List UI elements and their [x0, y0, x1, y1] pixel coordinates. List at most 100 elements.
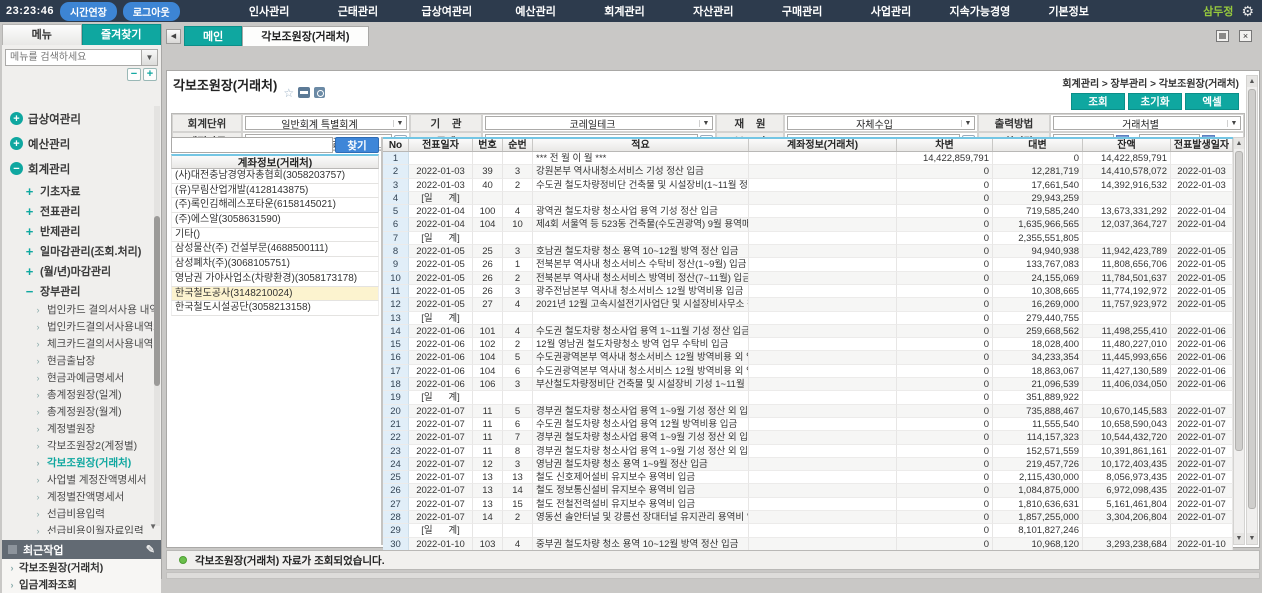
table-row[interactable]: 13[일 계]0279,440,755 — [383, 312, 1233, 325]
gear-icon[interactable]: ⚙ — [1241, 3, 1254, 20]
sidebar-item[interactable]: −장부관리 — [2, 281, 161, 301]
expand-icon[interactable]: + — [24, 226, 35, 237]
reset-button[interactable]: 초기화 — [1128, 93, 1182, 110]
table-row[interactable]: 242022-01-07123영남권 철도차량 청소 용역 1~9월 정산 입금… — [383, 458, 1233, 471]
table-row[interactable]: 32022-01-03402수도권 철도차량정비단 건축물 및 시설장비(1~1… — [383, 179, 1233, 192]
top-menu-item[interactable]: 인사관리 — [225, 3, 314, 19]
table-row[interactable]: 112022-01-05263광주전남본부 역사내 청소서비스 12월 방역비용… — [383, 285, 1233, 298]
top-menu-item[interactable]: 급상여관리 — [402, 3, 491, 19]
table-row[interactable]: 222022-01-07117경부권 철도차량 청소사업 용역 1~9월 기성 … — [383, 431, 1233, 444]
sidebar-item[interactable]: ›선급비용입력 — [2, 505, 161, 522]
sidebar-item[interactable]: ›선급비용이월자료입력 — [2, 522, 161, 534]
scroll-down-icon[interactable]: ▼ — [1247, 533, 1257, 544]
table-row[interactable]: 19[일 계]0351,889,922 — [383, 391, 1233, 404]
recent-task-item[interactable]: ›각보조원장(거래처) — [2, 559, 161, 576]
table-row[interactable]: 152022-01-06102212월 영남권 철도차량청소 방역 업무 수탁비… — [383, 338, 1233, 351]
tree-collapse-all-button[interactable]: − — [127, 68, 141, 81]
page-scrollbar[interactable]: ▲ ▼ — [1246, 75, 1258, 545]
sidebar-item[interactable]: +반제관리 — [2, 221, 161, 241]
favorite-star-icon[interactable]: ☆ — [283, 86, 294, 100]
sidebar-item[interactable]: ›계정별원장 — [2, 420, 161, 437]
tab-current-document[interactable]: 각보조원장(거래처) — [242, 26, 368, 46]
expand-icon[interactable]: + — [24, 186, 35, 197]
column-header[interactable]: 계좌정보(거래처) — [749, 139, 897, 151]
vendor-list-item[interactable]: (사)대전충남경영자총협회(3058203757) — [171, 169, 379, 184]
expand-icon[interactable]: + — [10, 112, 23, 125]
table-row[interactable]: 212022-01-07116수도권 철도차량 청소사업 용역 12월 방역비용… — [383, 418, 1233, 431]
column-header[interactable]: 번호 — [473, 139, 503, 151]
sidebar-item[interactable]: +기초자료 — [2, 181, 161, 201]
vendor-list-item[interactable]: 삼성물산(주) 건설부문(4688500111) — [171, 242, 379, 257]
menu-search-input[interactable] — [5, 49, 142, 66]
sidebar-item[interactable]: ›각보조원장2(계정별) — [2, 437, 161, 454]
table-row[interactable]: 122022-01-052742021년 12월 고속시설전기사업단 및 시설장… — [383, 298, 1233, 311]
logout-button[interactable]: 로그아웃 — [123, 2, 180, 21]
collapse-icon[interactable]: − — [10, 162, 23, 175]
table-row[interactable]: 302022-01-101034중부권 철도차량 청소 용역 10~12월 방역… — [383, 538, 1233, 551]
top-menu-item[interactable]: 기본정보 — [1024, 3, 1113, 19]
org-select[interactable]: 코레일테크▼ — [485, 116, 713, 130]
tab-scroll-left-icon[interactable]: ◀ — [166, 29, 181, 44]
table-row[interactable]: 102022-01-05262전북본부 역사내 청소서비스 방역비 정산(7~1… — [383, 272, 1233, 285]
top-menu-item[interactable]: 사업관리 — [847, 3, 936, 19]
menu-search-dropdown-icon[interactable]: ▼ — [142, 49, 158, 66]
table-row[interactable]: 4[일 계]029,943,259 — [383, 192, 1233, 205]
query-button[interactable]: 조회 — [1071, 93, 1125, 110]
vendor-list-item[interactable]: (주)록인김해레스포타운(6158145021) — [171, 198, 379, 213]
vendor-list-item[interactable]: 한국철도공사(3148210024) — [171, 287, 379, 302]
output-method-select[interactable]: 거래처별▼ — [1053, 116, 1241, 130]
vendor-list-item[interactable]: 영남권 가야사업소(차량환경)(3058173178) — [171, 272, 379, 287]
sidebar-item[interactable]: ›사업별 계정잔액명세서 — [2, 471, 161, 488]
scroll-up-icon[interactable]: ▲ — [1247, 76, 1257, 87]
table-row[interactable]: 62022-01-0410410제4회 서울역 등 523동 건축물(수도권광역… — [383, 218, 1233, 231]
table-row[interactable]: 232022-01-07118경부권 철도차량 청소사업 용역 1~9월 기성 … — [383, 445, 1233, 458]
top-menu-item[interactable]: 지속가능경영 — [935, 3, 1024, 19]
expand-icon[interactable]: + — [10, 137, 23, 150]
column-header[interactable]: 적요 — [533, 139, 749, 151]
close-window-icon[interactable]: × — [1239, 30, 1252, 42]
table-row[interactable]: 172022-01-061046수도권광역본부 역사내 청소서비스 12월 방역… — [383, 365, 1233, 378]
tree-expand-all-button[interactable]: + — [143, 68, 157, 81]
table-row[interactable]: 52022-01-041004광역권 철도차량 청소사업 용역 기성 정산 입금… — [383, 205, 1233, 218]
sidebar-item[interactable]: ›총계정원장(일계) — [2, 386, 161, 403]
vendor-search-input[interactable] — [171, 137, 333, 153]
column-header[interactable]: 잔액 — [1083, 139, 1171, 151]
tree-scrollbar[interactable] — [154, 106, 160, 526]
excel-button[interactable]: 엑셀 — [1185, 93, 1239, 110]
sidebar-item[interactable]: +일마감관리(조회.처리) — [2, 241, 161, 261]
table-row[interactable]: 252022-01-071313철도 신호제어설비 유지보수 용역비 입금02,… — [383, 471, 1233, 484]
top-menu-item[interactable]: 회계관리 — [580, 3, 669, 19]
table-row[interactable]: 22022-01-03393강원본부 역사내청소서비스 기성 정산 입금012,… — [383, 165, 1233, 178]
table-scrollbar[interactable]: ▲ ▼ — [1233, 137, 1245, 545]
sidebar-item[interactable]: ›현금과예금명세서 — [2, 369, 161, 386]
account-unit-select[interactable]: 일반회계 특별회계▼ — [245, 116, 407, 130]
vendor-list-item[interactable]: 삼성폐차(주)(3068105751) — [171, 257, 379, 272]
expand-icon[interactable]: + — [24, 246, 35, 257]
sidebar-item[interactable]: ›각보조원장(거래처) — [2, 454, 161, 471]
table-row[interactable]: 162022-01-061045수도권광역본부 역사내 청소서비스 12월 방역… — [383, 351, 1233, 364]
table-row[interactable]: 272022-01-071315철도 전철전력설비 유지보수 용역비 입금01,… — [383, 498, 1233, 511]
table-row[interactable]: 142022-01-061014수도권 철도차량 청소사업 용역 1~11월 기… — [383, 325, 1233, 338]
scroll-down-icon[interactable]: ▼ — [1234, 533, 1244, 544]
sidebar-item[interactable]: +(월/년)마감관리 — [2, 261, 161, 281]
sidebar-item[interactable]: −회계관리 — [2, 156, 161, 181]
tree-scroll-down-icon[interactable]: ▼ — [149, 522, 157, 531]
find-button[interactable]: 찾기 — [335, 137, 379, 153]
table-row[interactable]: 7[일 계]02,355,551,805 — [383, 232, 1233, 245]
sidebar-tab-favorites[interactable]: 즐겨찾기 — [82, 24, 162, 45]
top-menu-item[interactable]: 예산관리 — [491, 3, 580, 19]
sidebar-item[interactable]: ›현금출납장 — [2, 352, 161, 369]
table-row[interactable]: 202022-01-07115경부권 철도차량 청소사업 용역 1~9월 기성 … — [383, 405, 1233, 418]
sidebar-item[interactable]: +급상여관리 — [2, 106, 161, 131]
column-header[interactable]: 차변 — [897, 139, 993, 151]
vendor-list-item[interactable]: (유)무림산업개발(4128143875) — [171, 184, 379, 199]
source-select[interactable]: 자체수입▼ — [787, 116, 975, 130]
sidebar-tab-menu[interactable]: 메뉴 — [2, 24, 82, 45]
column-header[interactable]: 순번 — [503, 139, 533, 151]
new-window-icon[interactable] — [298, 87, 310, 98]
expand-icon[interactable]: + — [24, 266, 35, 277]
top-menu-item[interactable]: 자산관리 — [669, 3, 758, 19]
scroll-up-icon[interactable]: ▲ — [1234, 138, 1244, 149]
sidebar-item[interactable]: ›총계정원장(월계) — [2, 403, 161, 420]
sidebar-item[interactable]: +전표관리 — [2, 201, 161, 221]
